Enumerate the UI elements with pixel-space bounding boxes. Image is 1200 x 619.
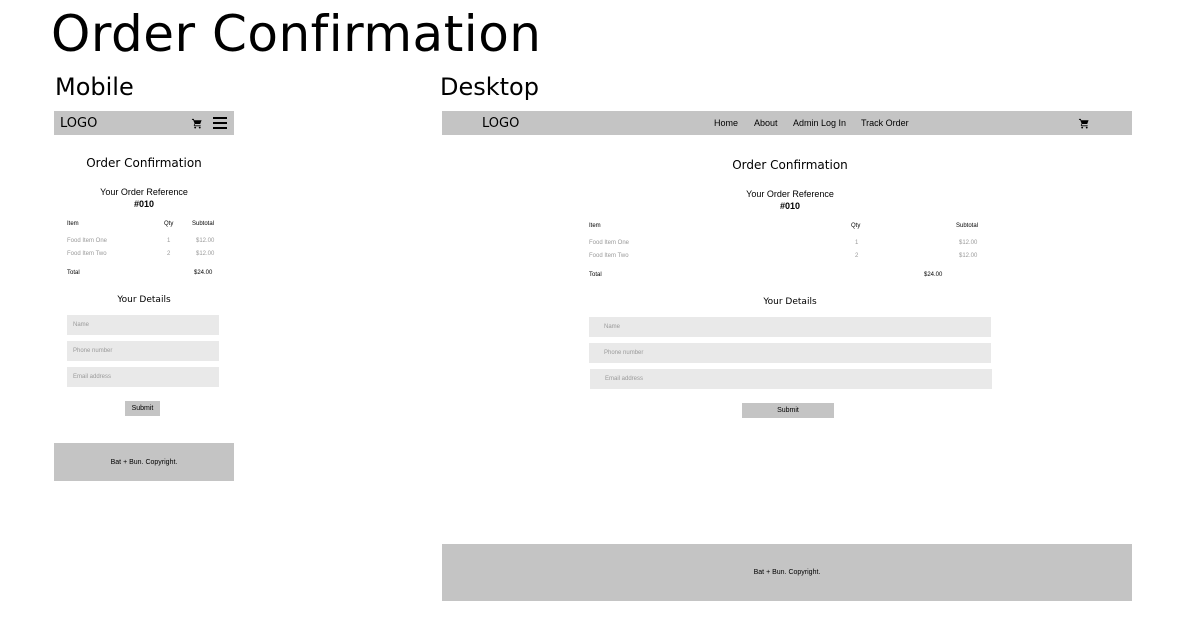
row-item-subtotal: $12.00: [196, 238, 215, 244]
row-item-subtotal: $12.00: [959, 240, 978, 246]
total-label: Total: [67, 270, 80, 276]
page-title: Order Confirmation: [51, 5, 542, 63]
nav-link-about[interactable]: About: [754, 118, 778, 128]
row-item-qty: 2: [855, 253, 859, 259]
confirmation-heading: Order Confirmation: [86, 156, 202, 170]
column-header-subtotal: Subtotal: [956, 223, 979, 229]
mobile-navbar: LOGO: [54, 111, 234, 135]
row-item-name: Food Item Two: [67, 251, 107, 257]
row-item-qty: 2: [167, 251, 171, 257]
footer: Bat + Bun. Copyright.: [442, 544, 1132, 601]
total-value: $24.00: [924, 272, 943, 278]
mobile-frame: LOGO Order Confirmation Your Order Refer…: [54, 111, 234, 481]
name-field[interactable]: Name: [67, 315, 219, 335]
desktop-navbar: LOGO Home About Admin Log In Track Order: [442, 111, 1132, 135]
row-item-qty: 1: [855, 240, 859, 246]
phone-field[interactable]: Phone number: [67, 341, 219, 361]
order-reference-number: #010: [779, 201, 801, 211]
nav-link-track-order[interactable]: Track Order: [861, 118, 909, 128]
row-item-name: Food Item One: [589, 240, 630, 246]
email-field[interactable]: Email address: [590, 369, 992, 389]
order-reference-number: #010: [133, 199, 155, 209]
hamburger-icon[interactable]: [213, 117, 227, 129]
details-heading: Your Details: [763, 297, 817, 307]
column-header-qty: Qty: [851, 223, 861, 229]
total-label: Total: [589, 272, 602, 278]
desktop-frame: LOGO Home About Admin Log In Track Order…: [442, 111, 1132, 601]
submit-button[interactable]: Submit: [742, 403, 834, 418]
email-field[interactable]: Email address: [67, 367, 219, 387]
row-item-subtotal: $12.00: [196, 251, 215, 257]
confirmation-heading: Order Confirmation: [732, 158, 848, 172]
submit-button[interactable]: Submit: [125, 401, 160, 416]
total-value: $24.00: [194, 270, 213, 276]
phone-field[interactable]: Phone number: [589, 343, 991, 363]
details-heading: Your Details: [117, 295, 171, 305]
column-header-item: Item: [67, 221, 79, 227]
cart-icon[interactable]: [1078, 118, 1090, 129]
footer-text: Bat + Bun. Copyright.: [110, 458, 178, 466]
footer-text: Bat + Bun. Copyright.: [753, 569, 821, 576]
cart-icon[interactable]: [191, 118, 203, 129]
mobile-section-label: Mobile: [55, 73, 134, 101]
order-reference-label: Your Order Reference: [746, 189, 834, 199]
order-reference-label: Your Order Reference: [100, 187, 188, 197]
desktop-section-label: Desktop: [440, 73, 539, 101]
nav-link-admin-login[interactable]: Admin Log In: [793, 118, 846, 128]
nav-link-home[interactable]: Home: [714, 118, 738, 128]
column-header-subtotal: Subtotal: [192, 221, 215, 227]
column-header-item: Item: [589, 223, 601, 229]
column-header-qty: Qty: [164, 221, 174, 227]
name-field[interactable]: Name: [589, 317, 991, 337]
row-item-qty: 1: [167, 238, 171, 244]
footer: Bat + Bun. Copyright.: [54, 443, 234, 481]
row-item-name: Food Item Two: [589, 253, 629, 259]
row-item-name: Food Item One: [67, 238, 108, 244]
logo[interactable]: LOGO: [482, 116, 519, 131]
logo[interactable]: LOGO: [60, 116, 97, 131]
row-item-subtotal: $12.00: [959, 253, 978, 259]
